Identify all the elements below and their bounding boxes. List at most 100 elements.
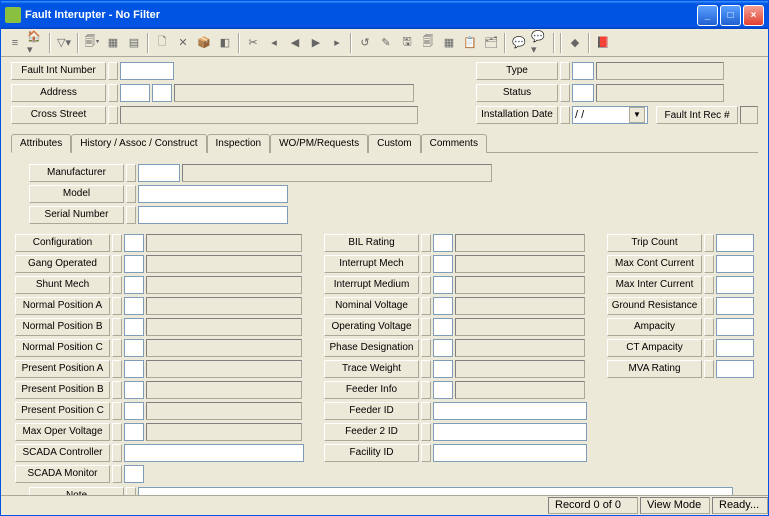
ct-ampacity-input[interactable] — [716, 339, 754, 357]
nub[interactable] — [112, 297, 122, 315]
maximize-button[interactable]: □ — [720, 5, 741, 26]
nub[interactable] — [126, 487, 136, 495]
operating-voltage-code-input[interactable] — [433, 318, 453, 336]
nub[interactable] — [704, 255, 714, 273]
nub[interactable] — [108, 84, 118, 102]
close-button[interactable]: × — [743, 5, 764, 26]
normal-position-a-code-input[interactable] — [124, 297, 144, 315]
toolbar-button-26[interactable]: 🗂 — [481, 33, 501, 53]
nub[interactable] — [704, 234, 714, 252]
nub[interactable] — [112, 318, 122, 336]
nub[interactable] — [421, 444, 431, 462]
nub[interactable] — [704, 297, 714, 315]
nub[interactable] — [704, 318, 714, 336]
toolbar-button-29[interactable]: 💬▾ — [530, 33, 550, 53]
toolbar-button-17[interactable]: ▶ — [306, 33, 326, 53]
toolbar-button-3[interactable]: ▽▾ — [54, 33, 74, 53]
toolbar-button-9[interactable]: 🗋 — [152, 33, 172, 53]
type-code-input[interactable] — [572, 62, 594, 80]
tab-history-assoc-construct[interactable]: History / Assoc / Construct — [71, 134, 206, 153]
toolbar-button-28[interactable]: 💬 — [509, 33, 529, 53]
minimize-button[interactable]: _ — [697, 5, 718, 26]
nub[interactable] — [112, 402, 122, 420]
nub[interactable] — [704, 276, 714, 294]
nub[interactable] — [421, 276, 431, 294]
shunt-mech-code-input[interactable] — [124, 276, 144, 294]
nub[interactable] — [112, 234, 122, 252]
present-position-b-code-input[interactable] — [124, 381, 144, 399]
toolbar-button-22[interactable]: 🖫 — [397, 33, 417, 53]
tab-inspection[interactable]: Inspection — [207, 134, 271, 153]
manufacturer-code-input[interactable] — [138, 164, 180, 182]
nub[interactable] — [421, 339, 431, 357]
toolbar-button-1[interactable]: 🏠▾ — [26, 33, 46, 53]
nub[interactable] — [112, 423, 122, 441]
nub[interactable] — [112, 381, 122, 399]
toolbar-button-7[interactable]: ▤ — [124, 33, 144, 53]
nub[interactable] — [112, 465, 122, 483]
nub[interactable] — [126, 185, 136, 203]
nub[interactable] — [421, 381, 431, 399]
interrupt-mech-code-input[interactable] — [433, 255, 453, 273]
nub[interactable] — [421, 423, 431, 441]
nub[interactable] — [112, 339, 122, 357]
max-inter-current-input[interactable] — [716, 276, 754, 294]
phase-designation-code-input[interactable] — [433, 339, 453, 357]
nub[interactable] — [560, 84, 570, 102]
address-num-input[interactable] — [120, 84, 150, 102]
normal-position-c-code-input[interactable] — [124, 339, 144, 357]
toolbar-button-16[interactable]: ◀ — [285, 33, 305, 53]
nub[interactable] — [421, 360, 431, 378]
toolbar-button-0[interactable]: ≡ — [5, 33, 25, 53]
trip-count-input[interactable] — [716, 234, 754, 252]
toolbar-button-34[interactable]: 📕 — [593, 33, 613, 53]
nub[interactable] — [108, 106, 118, 124]
max-cont-current-input[interactable] — [716, 255, 754, 273]
nub[interactable] — [421, 255, 431, 273]
nub[interactable] — [421, 318, 431, 336]
toolbar-button-32[interactable]: ◆ — [565, 33, 585, 53]
install-date-select[interactable]: / / — [572, 106, 648, 124]
tab-comments[interactable]: Comments — [421, 134, 487, 153]
feeder-id-input[interactable] — [433, 402, 587, 420]
nub[interactable] — [560, 106, 570, 124]
present-position-a-code-input[interactable] — [124, 360, 144, 378]
toolbar-button-24[interactable]: ▦ — [439, 33, 459, 53]
nub[interactable] — [112, 360, 122, 378]
gang-operated-code-input[interactable] — [124, 255, 144, 273]
nub[interactable] — [560, 62, 570, 80]
facility-id-input[interactable] — [433, 444, 587, 462]
nub[interactable] — [112, 276, 122, 294]
scada-monitor-code-input[interactable] — [124, 465, 144, 483]
nub[interactable] — [704, 339, 714, 357]
nominal-voltage-code-input[interactable] — [433, 297, 453, 315]
feeder-2-id-input[interactable] — [433, 423, 587, 441]
nub[interactable] — [126, 164, 136, 182]
toolbar-button-12[interactable]: ◧ — [215, 33, 235, 53]
toolbar-button-21[interactable]: ✎ — [376, 33, 396, 53]
fault-int-rec-button[interactable]: Fault Int Rec # — [656, 106, 738, 124]
feeder-info-code-input[interactable] — [433, 381, 453, 399]
toolbar-button-20[interactable]: ↺ — [355, 33, 375, 53]
max-oper-voltage-code-input[interactable] — [124, 423, 144, 441]
note-input[interactable] — [138, 487, 733, 495]
toolbar-button-15[interactable]: ◂ — [264, 33, 284, 53]
nub[interactable] — [704, 360, 714, 378]
address-dir-input[interactable] — [152, 84, 172, 102]
normal-position-b-code-input[interactable] — [124, 318, 144, 336]
toolbar-button-14[interactable]: ✂ — [243, 33, 263, 53]
model-input[interactable] — [138, 185, 288, 203]
toolbar-button-6[interactable]: ▦ — [103, 33, 123, 53]
tab-custom[interactable]: Custom — [368, 134, 420, 153]
toolbar-button-18[interactable]: ▸ — [327, 33, 347, 53]
toolbar-button-23[interactable]: 🗐 — [418, 33, 438, 53]
nub[interactable] — [421, 297, 431, 315]
tab-attributes[interactable]: Attributes — [11, 134, 71, 153]
toolbar-button-5[interactable]: 🗐▾ — [82, 33, 102, 53]
fault-int-number-input[interactable] — [120, 62, 174, 80]
toolbar-button-10[interactable]: ✕ — [173, 33, 193, 53]
nub[interactable] — [126, 206, 136, 224]
tab-wo-pm-requests[interactable]: WO/PM/Requests — [270, 134, 368, 153]
present-position-c-code-input[interactable] — [124, 402, 144, 420]
toolbar-button-11[interactable]: 📦 — [194, 33, 214, 53]
